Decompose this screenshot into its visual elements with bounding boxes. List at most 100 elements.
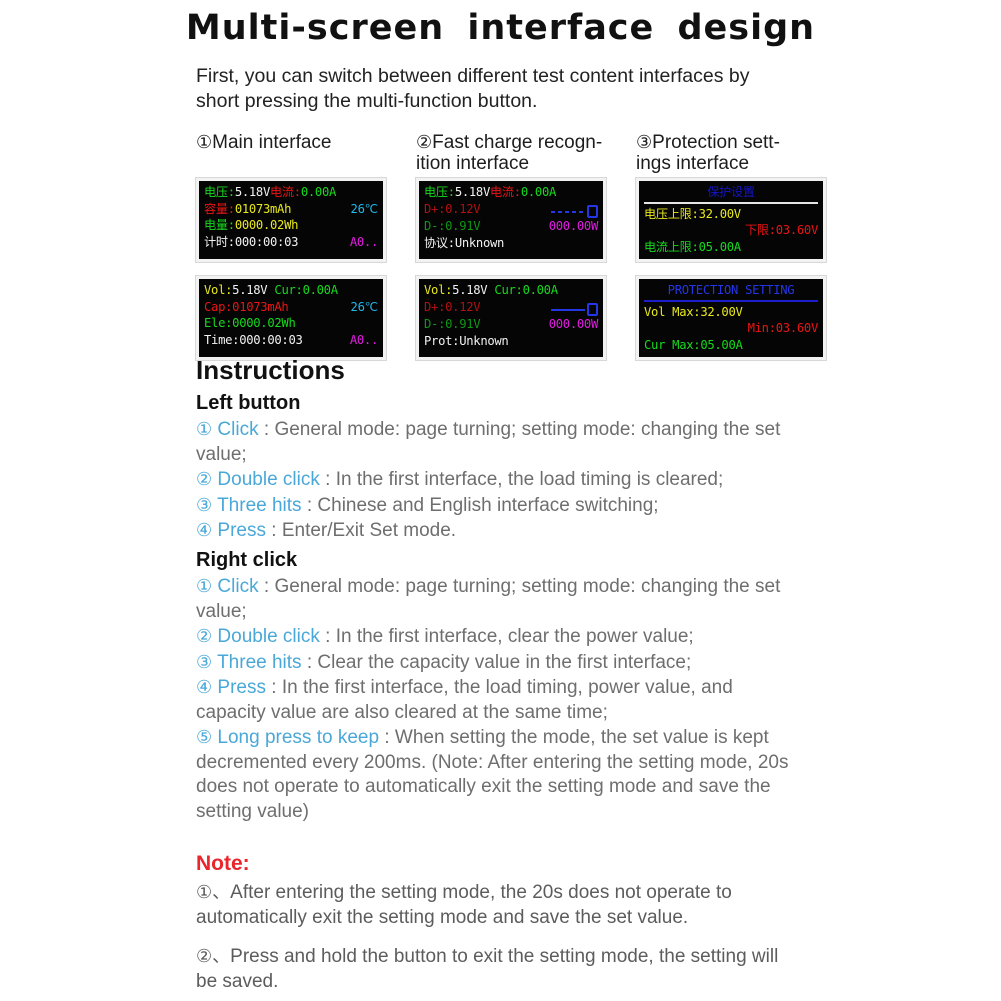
note-section: Note: ①、After entering the setting mode,…: [196, 852, 796, 994]
right-click-item: ③ Three hits : Clear the capacity value …: [196, 650, 796, 676]
lcd-value-dplus: 0.12V: [445, 299, 481, 314]
document-page: Multi-screen interface design First, you…: [0, 0, 1001, 1001]
lcd-value-dminus: 0.91V: [445, 219, 481, 233]
lcd-label-voltage: 电压:: [424, 185, 455, 199]
note-item: ①、After entering the setting mode, the 2…: [196, 880, 796, 930]
circled-number: ②: [196, 469, 213, 489]
lcd-row-current-max: Cur Max: 05.00A: [644, 337, 818, 354]
lcd-value-temperature: 26℃: [350, 299, 379, 314]
lcd-label-protocol: Prot:: [424, 333, 460, 348]
lcd-label-voltage-min: 下限:: [744, 223, 776, 237]
item-keyword: Three hits: [217, 651, 302, 673]
circled-number-1: ①: [196, 132, 213, 152]
lcd-value-power: 000.00W: [548, 219, 599, 233]
left-button-item: ① Click : General mode: page turning; se…: [196, 417, 796, 467]
lcd-value-dplus: 0.12V: [445, 201, 481, 216]
lcd-value-voltage-min: 03.60V: [775, 223, 819, 237]
lcd-value-current-max: 05.00A: [700, 337, 743, 352]
lcd-value-capacity: 01073mAh: [232, 299, 289, 314]
lcd-row-timer: Time: 000:00:03 A0..: [204, 332, 378, 349]
lcd-label-energy: 电量:: [204, 218, 235, 232]
lcd-row-voltage-current: 电压: 5.18V 电流: 0.00A: [424, 184, 598, 201]
lcd-label-voltage: Vol:: [204, 283, 233, 297]
item-separator: :: [258, 419, 275, 440]
lcd-label-voltage-max: Vol Max:: [644, 304, 701, 319]
lcd-value-voltage: 5.18V: [454, 185, 491, 199]
lcd-title-protection: PROTECTION SETTING: [667, 283, 795, 297]
item-separator: :: [258, 576, 275, 597]
lcd-label-timer: 计时:: [204, 234, 235, 249]
lcd-row-timer: 计时: 000:00:03 A0..: [204, 234, 378, 251]
item-text: Chinese and English interface switching;: [317, 494, 659, 516]
lcd-row-protocol: 协议: Unknown: [424, 235, 598, 252]
screen-column-fast-charge: ②Fast charge recogn- ition interface 电压:…: [415, 132, 607, 361]
lcd-label-dminus: D-:: [424, 317, 446, 331]
item-keyword: Three hits: [217, 494, 302, 516]
lcd-label-voltage-min: Min:: [747, 321, 776, 335]
lcd-screen-main-cn: 电压: 5.18V 电流: 0.00A 容量: 01073mAh 26℃ 电量: 0000.…: [195, 177, 387, 263]
lcd-title-divider: [644, 299, 818, 302]
lcd-label-voltage: Vol:: [424, 283, 453, 297]
lcd-label-dminus: D-:: [424, 219, 446, 233]
usb-connector-icon: [551, 303, 598, 316]
lcd-label-current-max: 电流上限:: [644, 239, 699, 254]
lcd-value-voltage: 5.18V: [452, 283, 488, 297]
lcd-row-energy: 电量: 0000.02Wh: [204, 217, 378, 234]
lcd-label-dplus: D+:: [424, 201, 446, 216]
lcd-title-divider: [644, 201, 818, 204]
circled-number: ⑤: [196, 727, 213, 747]
lcd-row-dminus: D-: 0.91V 000.00W: [424, 218, 598, 235]
lcd-screen-protection-cn: 保护设置 电压上限: 32.00V 下限: 03.60V 电流上限: 05.00A: [635, 177, 827, 263]
item-keyword: Click: [217, 576, 259, 597]
screen-column-heading: ②Fast charge recogn- ition interface: [416, 132, 605, 176]
lcd-tag-mode: A0..: [349, 332, 378, 347]
item-keyword: Press: [217, 520, 266, 541]
lcd-row-voltage-current: 电压: 5.18V 电流: 0.00A: [204, 184, 378, 201]
lcd-label-energy: Ele:: [204, 316, 233, 330]
left-button-item: ③ Three hits : Chinese and English inter…: [196, 493, 796, 519]
screen-column-heading-label: Main interface: [212, 132, 332, 153]
lcd-label-current: 电流:: [490, 185, 521, 199]
lcd-value-timer: 000:00:03: [234, 234, 299, 249]
lcd-value-temperature: 26℃: [350, 201, 379, 216]
circled-number: ①: [196, 576, 213, 596]
lcd-value-voltage-min: 03.60V: [775, 321, 819, 335]
lcd-value-current: 0.00A: [520, 185, 557, 199]
lcd-value-voltage-max: 32.00V: [698, 206, 742, 221]
right-click-item: ④ Press : In the first interface, the lo…: [196, 675, 796, 725]
lcd-row-protocol: Prot: Unknown: [424, 333, 598, 350]
lcd-label-timer: Time:: [204, 332, 240, 347]
lcd-value-current: 0.00A: [522, 283, 559, 297]
circled-number: ④: [196, 677, 213, 697]
item-text: In the first interface, the load timing …: [335, 469, 724, 490]
lcd-title-protection: 保护设置: [707, 185, 755, 199]
item-separator: :: [266, 520, 282, 541]
lcd-label-capacity: Cap:: [204, 299, 233, 314]
right-click-item: ⑤ Long press to keep : When setting the …: [196, 725, 796, 824]
screen-column-heading-label: Protection sett- ings interface: [636, 132, 780, 174]
lcd-screen-fastcharge-cn: 电压: 5.18V 电流: 0.00A D+: 0.12V D-: 0.91V 000.00…: [415, 177, 607, 263]
lcd-label-protocol: 协议:: [424, 235, 455, 250]
right-click-heading: Right click: [196, 549, 298, 571]
lcd-row-capacity: 容量: 01073mAh 26℃: [204, 201, 378, 218]
left-button-item: ④ Press : Enter/Exit Set mode.: [196, 518, 796, 544]
lcd-value-dminus: 0.91V: [445, 317, 481, 331]
lcd-value-voltage: 5.18V: [234, 185, 271, 199]
instructions-heading: Instructions: [196, 355, 345, 385]
screen-column-heading-label: Fast charge recogn- ition interface: [416, 132, 603, 174]
screen-column-heading: ①Main interface: [196, 132, 385, 176]
lcd-row-dminus: D-: 0.91V 000.00W: [424, 316, 598, 333]
circled-number: ③: [196, 494, 213, 515]
item-keyword: Long press to keep: [217, 727, 380, 748]
lcd-row-voltage-max: 电压上限: 32.00V: [644, 206, 818, 223]
left-button-section: Left button ① Click : General mode: page…: [196, 392, 796, 544]
lcd-row-energy: Ele: 0000.02Wh: [204, 315, 378, 332]
page-title: Multi-screen interface design: [185, 8, 816, 48]
lcd-value-energy: 0000.02Wh: [232, 316, 296, 330]
screen-column-main-interface: ①Main interface 电压: 5.18V 电流: 0.00A 容量: 0107…: [195, 132, 387, 361]
lcd-row-voltage-max: Vol Max: 32.00V: [644, 304, 818, 321]
note-heading: Note:: [196, 852, 250, 875]
screens-section: ①Main interface 电压: 5.18V 电流: 0.00A 容量: 0107…: [195, 132, 827, 361]
item-text: General mode: page turning; setting mode…: [196, 576, 781, 622]
lcd-label-voltage: 电压:: [204, 185, 235, 199]
